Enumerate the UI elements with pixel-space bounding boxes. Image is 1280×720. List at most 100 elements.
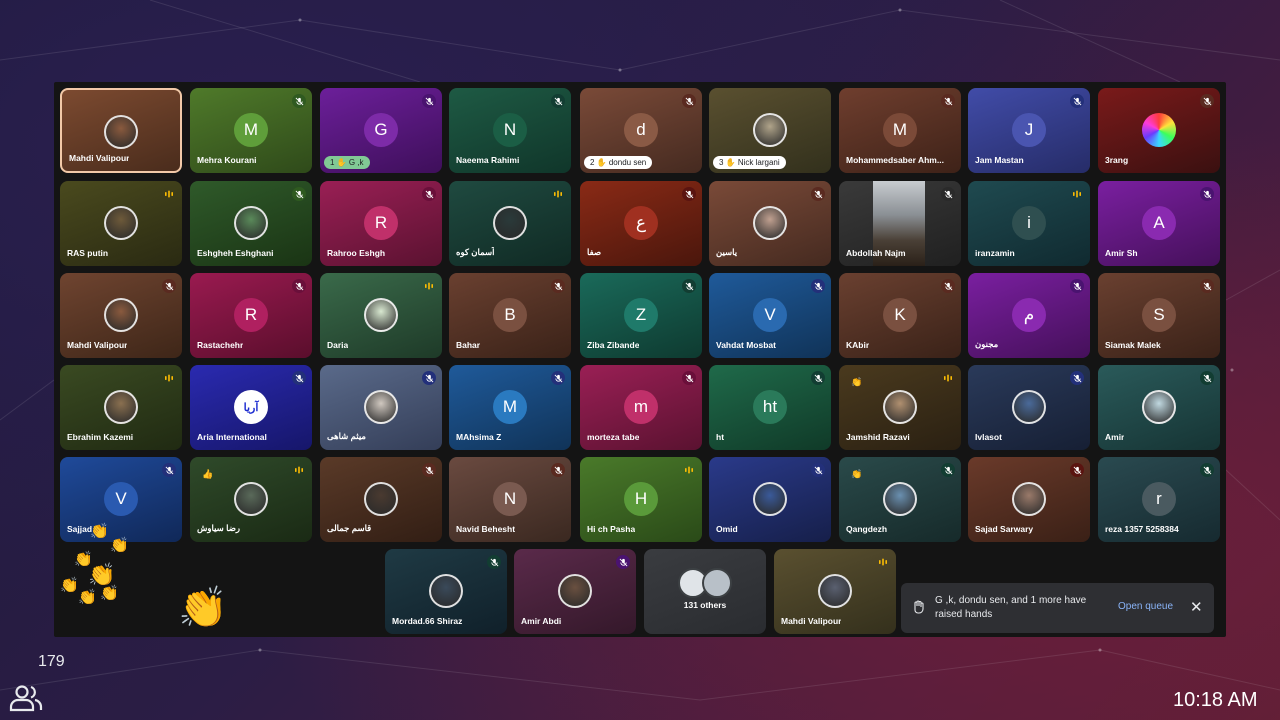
participant-tile[interactable]: G 1 ✋ G ,k (320, 88, 442, 173)
avatar (364, 482, 398, 516)
participant-tile[interactable]: Amir (1098, 365, 1220, 450)
participant-tile[interactable]: Mahdi Valipour (60, 273, 182, 358)
participant-tile[interactable]: آسمان کوه (449, 181, 571, 266)
participant-tile[interactable]: Ebrahim Kazemi (60, 365, 182, 450)
mic-off-icon (292, 94, 306, 108)
participant-tile[interactable]: N Navid Behesht (449, 457, 571, 542)
participant-name: ht (716, 432, 725, 442)
avatar-initial: ع (624, 206, 658, 240)
participant-name: Naeema Rahimi (456, 155, 520, 165)
participant-tile[interactable]: B Bahar (449, 273, 571, 358)
participant-tile[interactable]: M MAhsima Z (449, 365, 571, 450)
avatar-initial: ht (753, 390, 787, 424)
participant-tile[interactable]: Mordad.66 Shiraz (385, 549, 507, 634)
participant-name: Eshgheh Eshghani (197, 248, 274, 258)
mic-off-icon (551, 463, 565, 477)
audio-wave-icon (1070, 187, 1084, 201)
others-avatar-stack (678, 568, 732, 598)
mic-off-icon (162, 279, 176, 293)
participant-name: Navid Behesht (456, 524, 516, 534)
mic-off-icon (1200, 187, 1214, 201)
participant-name: Ebrahim Kazemi (67, 432, 134, 442)
participant-tile[interactable]: R Rastachehr (190, 273, 312, 358)
mic-off-icon (1070, 279, 1084, 293)
participant-tile[interactable]: Daria (320, 273, 442, 358)
participant-tile[interactable]: i iranzamin (968, 181, 1090, 266)
close-icon[interactable]: ✕ (1190, 598, 1203, 616)
participant-tile[interactable]: ht ht (709, 365, 831, 450)
avatar-initial: Z (624, 298, 658, 332)
participant-tile[interactable]: J Jam Mastan (968, 88, 1090, 173)
participant-tile[interactable]: Ivlasot (968, 365, 1090, 450)
mic-off-icon (941, 94, 955, 108)
mic-off-icon (292, 279, 306, 293)
mic-off-icon (682, 187, 696, 201)
participant-tile[interactable]: آریا Aria International (190, 365, 312, 450)
participant-tile[interactable]: Z Ziba Zibande (580, 273, 702, 358)
participant-name: قاسم جمالی (327, 523, 372, 533)
participant-tile[interactable]: میثم شاهی (320, 365, 442, 450)
participant-tile[interactable]: 3 ✋ Nick largani (709, 88, 831, 173)
people-icon[interactable] (8, 684, 44, 717)
participant-tile[interactable]: 👍 رضا سیاوش (190, 457, 312, 542)
avatar-initial: م (1012, 298, 1046, 332)
participant-name: Ivlasot (975, 432, 1002, 442)
participant-tile[interactable]: Sajad Sarwary (968, 457, 1090, 542)
audio-wave-icon (682, 463, 696, 477)
participant-tile[interactable]: یاسین (709, 181, 831, 266)
participant-tile[interactable]: N Naeema Rahimi (449, 88, 571, 173)
participant-name: reza 1357 5258384 (1105, 524, 1179, 534)
participant-tile[interactable]: K KAbir (839, 273, 961, 358)
avatar (1012, 390, 1046, 424)
participant-tile[interactable]: V Vahdat Mosbat (709, 273, 831, 358)
participant-tile[interactable]: d 2 ✋ dondu sen (580, 88, 702, 173)
avatar-initial: N (493, 482, 527, 516)
avatar (364, 390, 398, 424)
avatar (104, 115, 138, 149)
mic-off-icon (487, 555, 501, 569)
participant-tile[interactable]: r reza 1357 5258384 (1098, 457, 1220, 542)
open-queue-button[interactable]: Open queue (1118, 601, 1173, 612)
mic-off-icon (941, 463, 955, 477)
participant-tile[interactable]: ع صفا (580, 181, 702, 266)
participant-tile[interactable]: 3rang (1098, 88, 1220, 173)
mic-off-icon (1070, 94, 1084, 108)
participant-tile[interactable]: Abdollah Najm (839, 181, 961, 266)
avatar-initial: m (624, 390, 658, 424)
participant-tile[interactable]: Mahdi Valipour (60, 88, 182, 173)
avatar-initial: r (1142, 482, 1176, 516)
participant-tile[interactable]: R Rahroo Eshgh (320, 181, 442, 266)
mic-off-icon (162, 463, 176, 477)
participant-tile[interactable]: 131 others (644, 549, 766, 634)
avatar (104, 206, 138, 240)
avatar-initial: M (883, 113, 917, 147)
participant-name: 131 others (683, 600, 727, 610)
participant-tile[interactable]: 👏 Jamshid Razavi (839, 365, 961, 450)
participant-tile[interactable]: M Mohammedsaber Ahm... (839, 88, 961, 173)
avatar (1012, 482, 1046, 516)
participant-tile[interactable]: Amir Abdi (514, 549, 636, 634)
clap-reaction: 👏 (78, 589, 97, 606)
clap-reaction: 👏 (90, 523, 109, 540)
participant-tile[interactable]: م مجنون (968, 273, 1090, 358)
participant-tile[interactable]: H Hi ch Pasha (580, 457, 702, 542)
participant-name: Mehra Kourani (197, 155, 257, 165)
participant-name: Amir Abdi (521, 616, 562, 626)
clap-reaction-large: 👏 (178, 586, 228, 630)
participant-name: آسمان کوه (456, 247, 495, 257)
participant-tile[interactable]: Eshgheh Eshghani (190, 181, 312, 266)
participant-tile[interactable]: RAS putin (60, 181, 182, 266)
participant-name: Sajad Sarwary (975, 524, 1034, 534)
participant-tile[interactable]: S Siamak Malek (1098, 273, 1220, 358)
participant-tile[interactable]: A Amir Sh (1098, 181, 1220, 266)
participant-tile[interactable]: قاسم جمالی (320, 457, 442, 542)
participant-name: میثم شاهی (327, 431, 366, 441)
participant-tile[interactable]: 👏 Qangdezh (839, 457, 961, 542)
participant-count: 179 (38, 653, 65, 670)
participant-name: Vahdat Mosbat (716, 340, 776, 350)
participant-tile[interactable]: Mahdi Valipour (774, 549, 896, 634)
participant-tile[interactable]: M Mehra Kourani (190, 88, 312, 173)
participant-tile[interactable]: m morteza tabe (580, 365, 702, 450)
participant-tile[interactable]: Omid (709, 457, 831, 542)
participant-name: RAS putin (67, 248, 109, 258)
